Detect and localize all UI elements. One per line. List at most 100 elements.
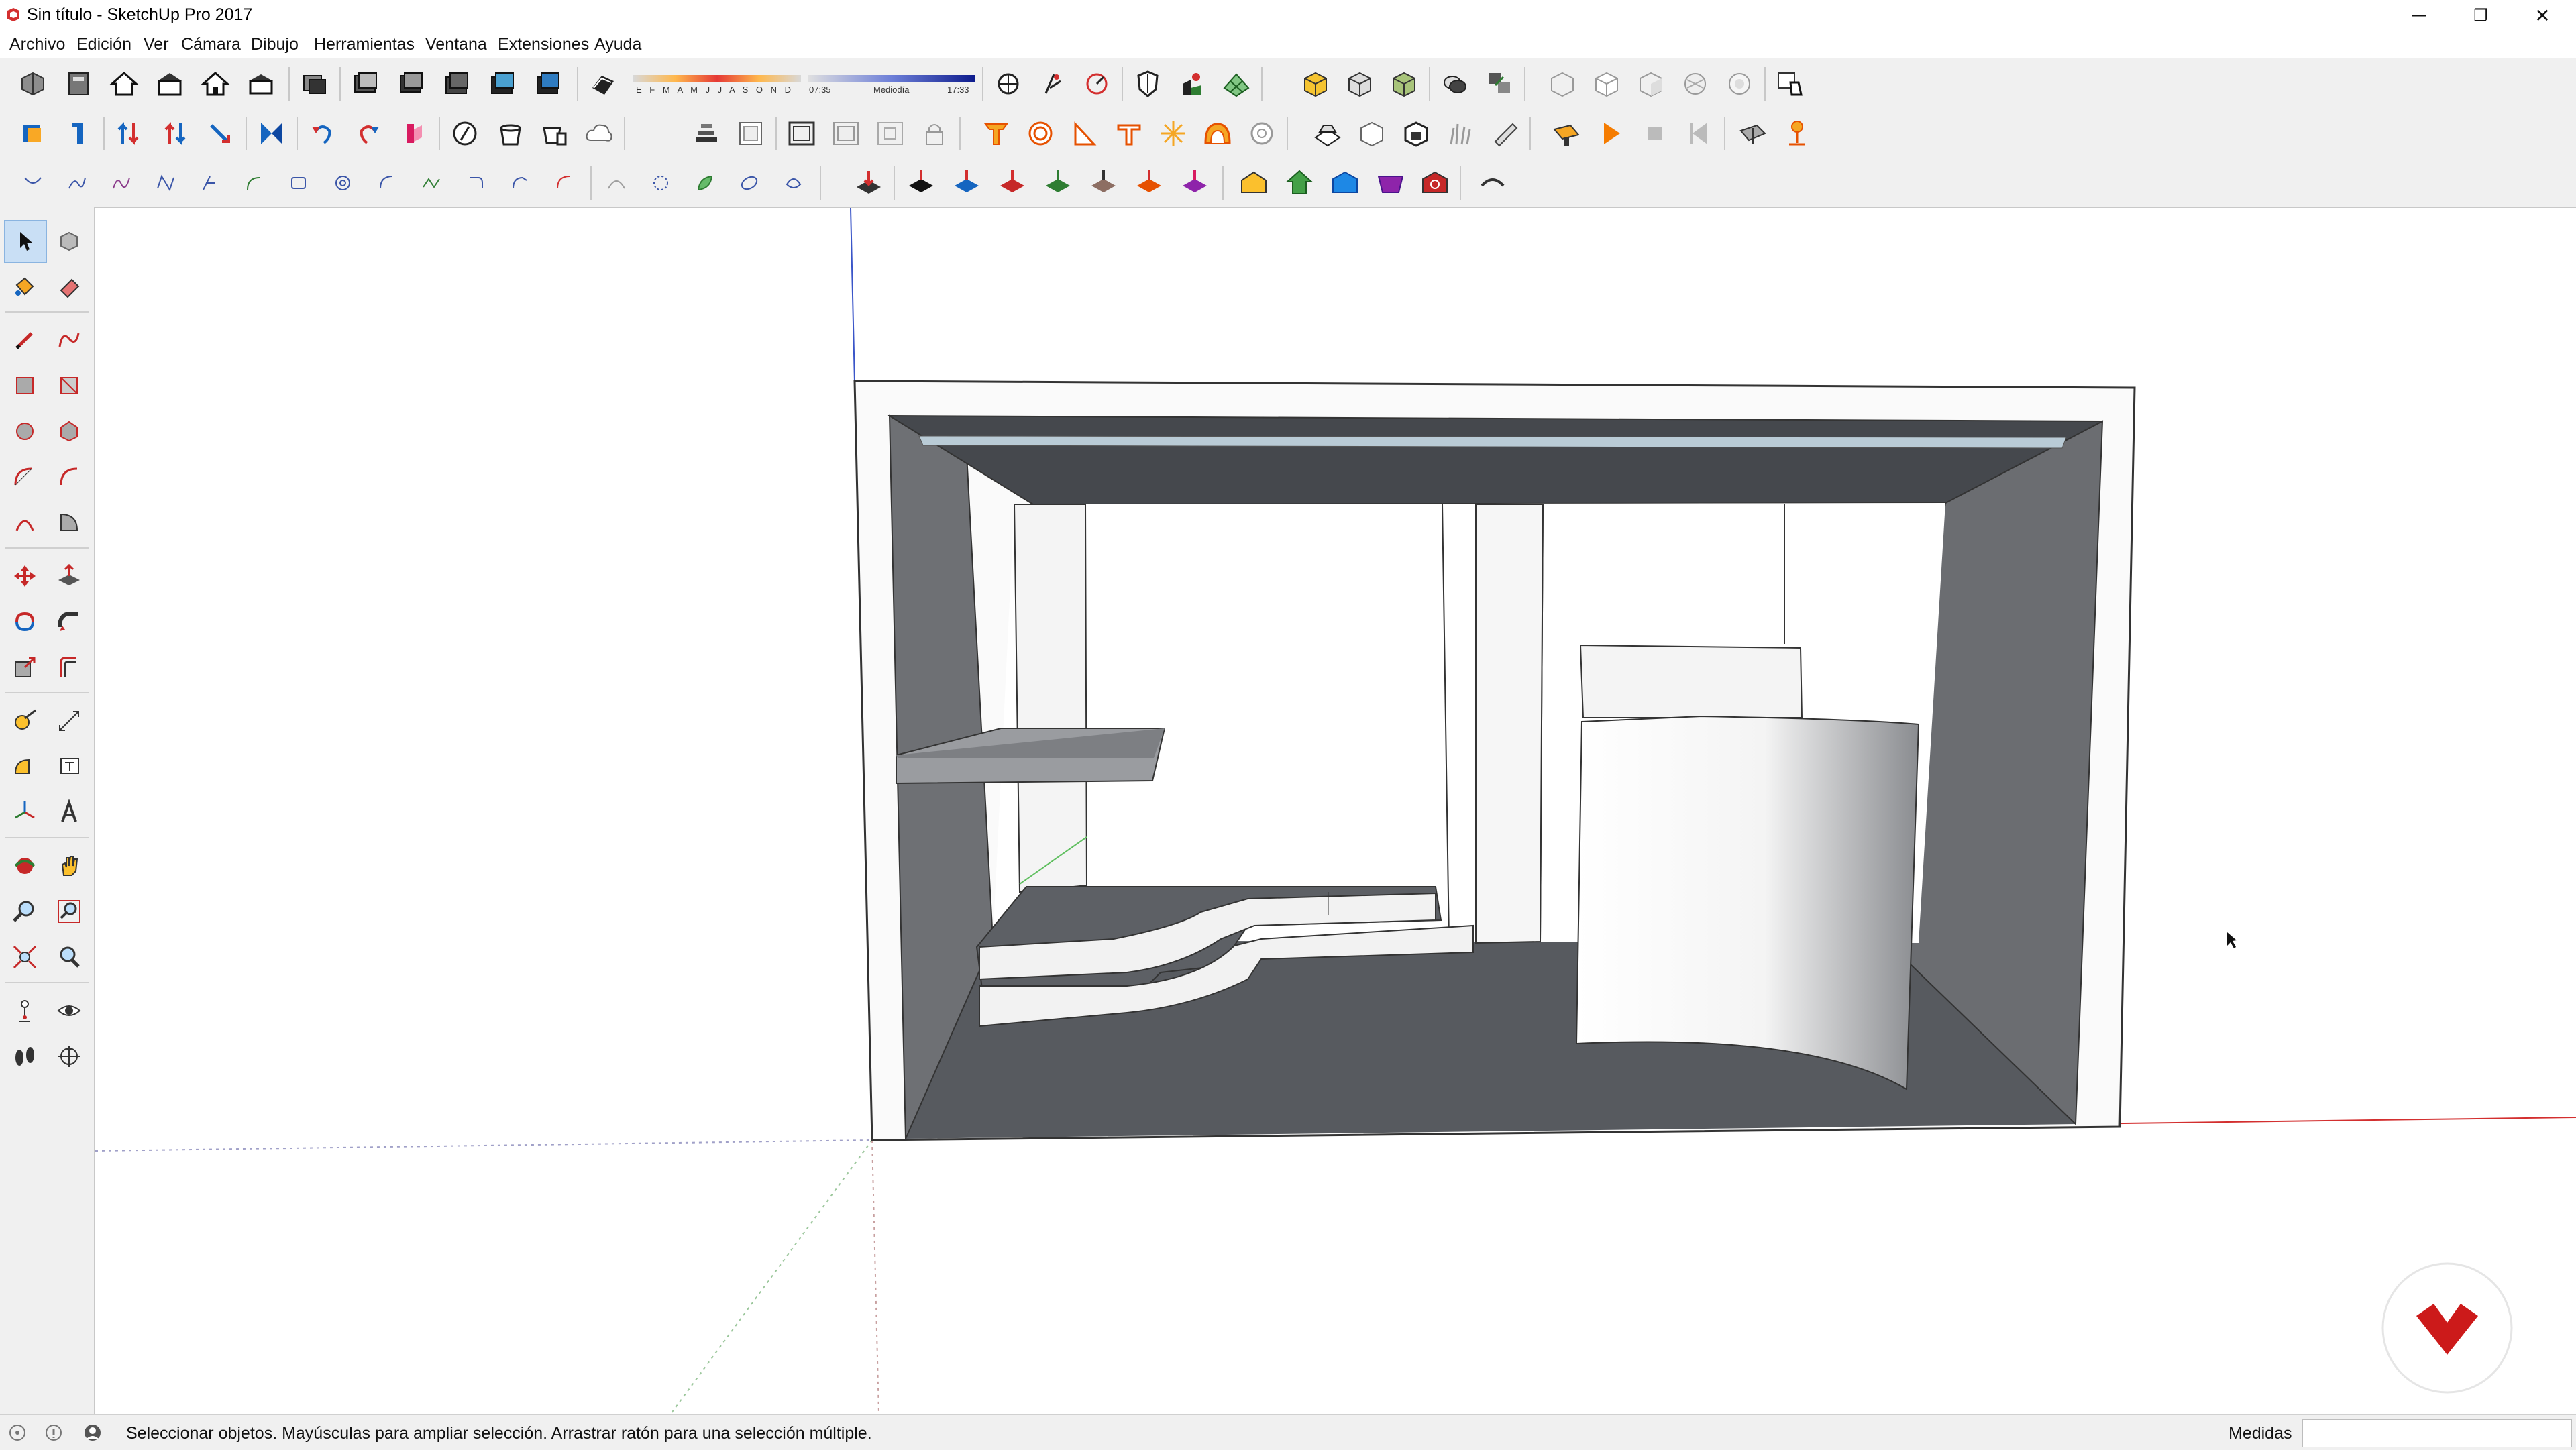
add-scene-icon[interactable]: [1547, 114, 1586, 153]
menu-herramientas[interactable]: Herramientas: [314, 35, 415, 54]
extrude-purple-icon[interactable]: [1175, 164, 1214, 203]
stair-tool-icon[interactable]: [687, 114, 726, 153]
style-monochrome-icon[interactable]: [1385, 64, 1424, 103]
rotated-rectangle-icon[interactable]: [48, 365, 90, 406]
tape-measure-icon[interactable]: [1110, 114, 1148, 153]
back-view-house-icon[interactable]: [241, 64, 280, 103]
menu-archivo[interactable]: Archivo: [9, 35, 65, 54]
previous-view-icon[interactable]: [48, 936, 90, 978]
rewind-animation-icon[interactable]: [1680, 114, 1719, 153]
extrude-brown-icon[interactable]: [1084, 164, 1123, 203]
extrude-orange-icon[interactable]: [1130, 164, 1169, 203]
box-dark-icon[interactable]: [1397, 114, 1436, 153]
cloud-icon[interactable]: [580, 114, 619, 153]
dome-icon[interactable]: [1198, 114, 1237, 153]
union-icon[interactable]: [437, 64, 476, 103]
look-around-icon[interactable]: [1033, 64, 1072, 103]
face-style-shaded-icon[interactable]: [1631, 64, 1670, 103]
dimension-tool-icon[interactable]: [48, 700, 90, 742]
axes-tool-icon[interactable]: [4, 791, 46, 833]
zoom-window-icon[interactable]: [48, 891, 90, 932]
bend-curve-icon[interactable]: [503, 164, 537, 203]
pan-tool-icon[interactable]: [48, 845, 90, 887]
extrude-red-icon[interactable]: [993, 164, 1032, 203]
protractor-icon[interactable]: [1065, 114, 1104, 153]
outliner-icon[interactable]: [1480, 64, 1519, 103]
rectangle-curve-icon[interactable]: [282, 164, 315, 203]
position-camera-icon[interactable]: [989, 64, 1028, 103]
face-style-wire-icon[interactable]: [1543, 64, 1582, 103]
menu-ver[interactable]: Ver: [144, 35, 169, 54]
shadows-toggle-icon[interactable]: [584, 64, 623, 103]
play-animation-icon[interactable]: [1591, 114, 1630, 153]
position-camera-tool-icon[interactable]: [4, 990, 46, 1031]
drape-tool-icon[interactable]: [1485, 114, 1524, 153]
arc-tool-icon[interactable]: [4, 456, 46, 498]
hook-curve-icon[interactable]: [459, 164, 492, 203]
layers-icon[interactable]: [1436, 64, 1474, 103]
extrude-green-icon[interactable]: [1038, 164, 1077, 203]
select-folder-icon[interactable]: [13, 114, 52, 153]
minimize-button[interactable]: ─: [2388, 0, 2450, 31]
roof-yellow-icon[interactable]: [1234, 164, 1273, 203]
lock-icon[interactable]: [915, 114, 954, 153]
protractor-tool-icon[interactable]: [4, 746, 46, 787]
arc-curve-icon[interactable]: [370, 164, 404, 203]
two-point-arc-icon[interactable]: [48, 456, 90, 498]
roof-blue-icon[interactable]: [1326, 164, 1364, 203]
undo-icon[interactable]: [303, 114, 342, 153]
extrude-black-icon[interactable]: [902, 164, 941, 203]
outer-shell-icon[interactable]: [346, 64, 385, 103]
zoom-tool-icon[interactable]: [4, 891, 46, 932]
three-point-arc-icon[interactable]: [4, 502, 46, 543]
geo-location-icon[interactable]: [1733, 114, 1772, 153]
curve-4-icon[interactable]: [149, 164, 182, 203]
menu-ayuda[interactable]: Ayuda: [594, 35, 641, 54]
axes-star-icon[interactable]: [1154, 114, 1193, 153]
push-pull-down-icon[interactable]: [849, 164, 888, 203]
menu-camara[interactable]: Cámara: [181, 35, 241, 54]
walk-axis-icon[interactable]: [1077, 64, 1116, 103]
face-style-textured-icon[interactable]: [1676, 64, 1715, 103]
box-tool-icon[interactable]: [1352, 114, 1391, 153]
follow-me-blue-icon[interactable]: [59, 114, 98, 153]
move-tool-icon[interactable]: [4, 555, 46, 597]
house-icon[interactable]: [105, 64, 144, 103]
frame-tool-icon[interactable]: [782, 114, 821, 153]
ellipse-curve-icon[interactable]: [733, 164, 766, 203]
extrude-blue-icon[interactable]: [947, 164, 986, 203]
look-around-tool-icon[interactable]: [48, 990, 90, 1031]
close-button[interactable]: ✕: [2512, 0, 2573, 31]
stop-animation-icon[interactable]: [1635, 114, 1674, 153]
menu-dibujo[interactable]: Dibujo: [251, 35, 299, 54]
pink-pencil-icon[interactable]: [394, 114, 433, 153]
curve-2-icon[interactable]: [60, 164, 94, 203]
front-view-house-icon[interactable]: [150, 64, 189, 103]
3d-text-tool-icon[interactable]: [48, 791, 90, 833]
sandbox-smoove-icon[interactable]: [1173, 64, 1212, 103]
roof-spiral-icon[interactable]: [1415, 164, 1454, 203]
section-plane-tool-icon[interactable]: [48, 1036, 90, 1077]
pie-tool-icon[interactable]: [48, 502, 90, 543]
credits-info-icon[interactable]: [43, 1422, 64, 1443]
circle-slash-icon[interactable]: [445, 114, 484, 153]
scale-tool-icon[interactable]: [4, 647, 46, 688]
push-pull-arrows-icon[interactable]: [110, 114, 149, 153]
3d-warehouse-icon[interactable]: [13, 64, 52, 103]
wave-curve-icon[interactable]: [415, 164, 448, 203]
gear-shape-icon[interactable]: [1242, 114, 1281, 153]
eraser-icon[interactable]: [48, 266, 90, 307]
follow-me-tool-icon[interactable]: [48, 601, 90, 643]
tape-measure-tool-icon[interactable]: [4, 700, 46, 742]
subtract-icon[interactable]: [483, 64, 522, 103]
shadow-time-slider[interactable]: 07:35 Mediodía 17:33: [808, 66, 975, 103]
text-tool-icon[interactable]: [48, 746, 90, 787]
account-user-icon[interactable]: [82, 1422, 103, 1443]
grass-tool-icon[interactable]: [1441, 114, 1480, 153]
curve-6-icon[interactable]: [237, 164, 271, 203]
offset-tool-icon[interactable]: [48, 647, 90, 688]
frame-tool-3-icon[interactable]: [871, 114, 910, 153]
bucket-icon[interactable]: [491, 114, 530, 153]
red-arc-icon[interactable]: [547, 164, 581, 203]
measurements-input[interactable]: [2302, 1419, 2572, 1447]
